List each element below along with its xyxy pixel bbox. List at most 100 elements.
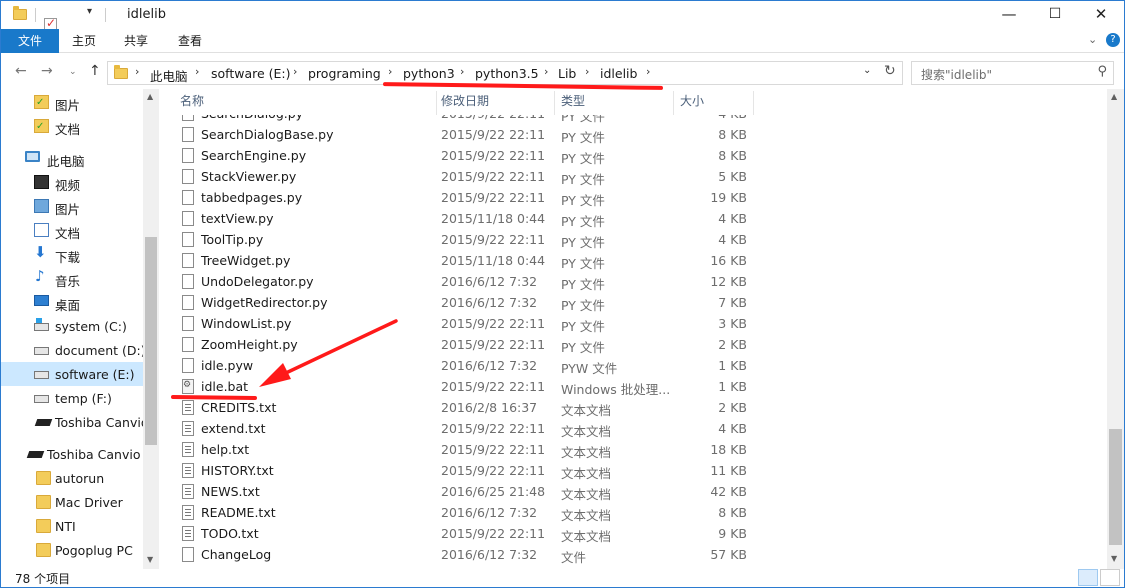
recent-locations-icon[interactable]: ⌄ xyxy=(69,67,77,77)
scroll-up-icon[interactable]: ▲ xyxy=(147,92,153,101)
nav-item-desktop[interactable]: 桌面 xyxy=(1,290,143,314)
refresh-icon[interactable]: ↻ xyxy=(884,63,896,79)
back-arrow-icon[interactable]: ← xyxy=(15,63,27,79)
table-row[interactable]: WidgetRedirector.py 2016/6/12 7:32 PY 文件 7 … xyxy=(161,292,761,313)
file-date: 2015/9/22 22:11 xyxy=(441,337,546,352)
table-row[interactable]: README.txt 2016/6/12 7:32 文本文档 8 KB xyxy=(161,502,761,523)
nav-scrollbar[interactable]: ▲ ▼ xyxy=(143,89,159,569)
table-row[interactable]: HISTORY.txt 2015/9/22 22:11 文本文档 11 KB xyxy=(161,460,761,481)
table-row[interactable]: idle.pyw 2016/6/12 7:32 PYW 文件 1 KB xyxy=(161,355,761,376)
file-size: 1 KB xyxy=(718,358,747,373)
column-header-size[interactable]: 大小 xyxy=(680,92,704,116)
nav-item-music[interactable]: ♪ 音乐 xyxy=(1,266,143,290)
nav-item-documents[interactable]: 文档 xyxy=(1,218,143,242)
nav-item-label: temp (F:) xyxy=(55,391,112,406)
table-row[interactable]: SearchDialog.py2015/9/22 22:11PY 文件4 KB xyxy=(161,115,761,124)
chevron-right-icon[interactable]: › xyxy=(195,65,199,78)
breadcrumb-idlelib[interactable]: idlelib xyxy=(600,66,637,81)
breadcrumb-lib[interactable]: Lib xyxy=(558,66,576,81)
chevron-right-icon[interactable]: › xyxy=(135,65,139,78)
column-divider[interactable] xyxy=(753,91,754,115)
scroll-up-icon[interactable]: ▲ xyxy=(1111,92,1117,101)
details-view-icon[interactable] xyxy=(1078,569,1098,586)
file-scroll-thumb[interactable] xyxy=(1109,429,1122,545)
column-header-date[interactable]: 修改日期 xyxy=(441,92,489,116)
quick-access-dropdown-icon[interactable]: ▾ xyxy=(87,6,92,17)
table-row[interactable]: extend.txt 2015/9/22 22:11 文本文档 4 KB xyxy=(161,418,761,439)
nav-item-this-pc[interactable]: 此电脑 xyxy=(1,146,143,170)
tab-view[interactable]: 查看 xyxy=(178,29,202,53)
nav-item-documents-quick[interactable]: 文档 xyxy=(1,114,143,138)
table-row[interactable]: UndoDelegator.py 2016/6/12 7:32 PY 文件 12 KB xyxy=(161,271,761,292)
column-divider[interactable] xyxy=(436,91,437,115)
table-row[interactable]: textView.py 2015/11/18 0:44 PY 文件 4 KB xyxy=(161,208,761,229)
nav-item-videos[interactable]: 视频 xyxy=(1,170,143,194)
nav-item-nti[interactable]: NTI xyxy=(1,514,143,538)
nav-item-software-e[interactable]: software (E:) xyxy=(1,362,143,386)
column-header-type[interactable]: 类型 xyxy=(561,92,585,116)
breadcrumb-this-pc[interactable]: 此电脑 xyxy=(150,66,188,85)
column-header-name[interactable]: 名称 xyxy=(180,92,204,116)
table-row[interactable]: NEWS.txt 2016/6/25 21:48 文本文档 42 KB xyxy=(161,481,761,502)
nav-item-toshiba-canvio-root[interactable]: Toshiba Canvio I xyxy=(1,442,143,466)
table-row[interactable]: idle.bat 2015/9/22 22:11 Windows 批处理... 1 K… xyxy=(161,376,761,397)
forward-arrow-icon[interactable]: → xyxy=(41,63,53,79)
table-row[interactable]: CREDITS.txt 2016/2/8 16:37 文本文档 2 KB xyxy=(161,397,761,418)
chevron-right-icon[interactable]: › xyxy=(544,65,548,78)
nav-item-temp-f[interactable]: temp (F:) xyxy=(1,386,143,410)
table-row[interactable]: SearchDialogBase.py 2015/9/22 22:11 PY 文件 8… xyxy=(161,124,761,145)
file-scrollbar[interactable]: ▲ ▼ xyxy=(1107,89,1124,569)
tab-home[interactable]: 主页 xyxy=(72,29,96,53)
table-row[interactable]: StackViewer.py 2015/9/22 22:11 PY 文件 5 KB xyxy=(161,166,761,187)
nav-item-toshiba-canvio[interactable]: Toshiba Canvio xyxy=(1,410,143,434)
chevron-right-icon[interactable]: › xyxy=(293,65,297,78)
file-type: PY 文件 xyxy=(561,256,605,271)
tab-share[interactable]: 共享 xyxy=(124,29,148,53)
table-row[interactable]: SearchEngine.py 2015/9/22 22:11 PY 文件 8 KB xyxy=(161,145,761,166)
breadcrumb-software[interactable]: software (E:) xyxy=(211,66,291,81)
table-row[interactable]: ZoomHeight.py 2015/9/22 22:11 PY 文件 2 KB xyxy=(161,334,761,355)
chevron-right-icon[interactable]: › xyxy=(460,65,464,78)
up-arrow-icon[interactable]: ↑ xyxy=(89,63,101,79)
nav-item-mac-driver[interactable]: Mac Driver xyxy=(1,490,143,514)
tab-file[interactable]: 文件 xyxy=(1,29,59,53)
search-input[interactable]: 搜索"idlelib" ⚲ xyxy=(911,61,1114,85)
chevron-right-icon[interactable]: › xyxy=(388,65,392,78)
close-button[interactable]: ✕ xyxy=(1078,1,1124,29)
minimize-button[interactable]: — xyxy=(986,1,1032,29)
column-divider[interactable] xyxy=(673,91,674,115)
breadcrumb-python3[interactable]: python3 xyxy=(403,66,455,81)
file-name: SearchDialogBase.py xyxy=(201,127,334,142)
search-icon[interactable]: ⚲ xyxy=(1097,64,1107,79)
table-row[interactable]: help.txt 2015/9/22 22:11 文本文档 18 KB xyxy=(161,439,761,460)
help-icon[interactable]: ? xyxy=(1106,33,1120,47)
nav-item-system-c[interactable]: system (C:) xyxy=(1,314,143,338)
table-row[interactable]: TreeWidget.py 2015/11/18 0:44 PY 文件 16 KB xyxy=(161,250,761,271)
nav-item-pictures[interactable]: 图片 xyxy=(1,194,143,218)
nav-scroll-thumb[interactable] xyxy=(145,237,157,445)
scroll-down-icon[interactable]: ▼ xyxy=(147,555,153,564)
chevron-right-icon[interactable]: › xyxy=(646,65,650,78)
file-type: 文本文档 xyxy=(561,424,612,439)
nav-item-pogoplug-pc[interactable]: Pogoplug PC xyxy=(1,538,143,562)
table-row[interactable]: WindowList.py 2015/9/22 22:11 PY 文件 3 KB xyxy=(161,313,761,334)
chevron-right-icon[interactable]: › xyxy=(585,65,589,78)
nav-item-autorun[interactable]: autorun xyxy=(1,466,143,490)
breadcrumb-programing[interactable]: programing xyxy=(308,66,381,81)
address-bar[interactable]: › 此电脑 › software (E:) › programing › pyt… xyxy=(107,61,903,85)
scroll-down-icon[interactable]: ▼ xyxy=(1111,554,1117,563)
breadcrumb-python35[interactable]: python3.5 xyxy=(475,66,539,81)
chevron-down-icon[interactable]: ⌄ xyxy=(1088,33,1097,46)
table-row[interactable]: tabbedpages.py 2015/9/22 22:11 PY 文件 19 KB xyxy=(161,187,761,208)
table-row[interactable]: ChangeLog 2016/6/12 7:32 文件 57 KB xyxy=(161,544,761,565)
table-row[interactable]: ToolTip.py 2015/9/22 22:11 PY 文件 4 KB xyxy=(161,229,761,250)
nav-item-downloads[interactable]: ⬇ 下载 xyxy=(1,242,143,266)
nav-item-pictures-quick[interactable]: 图片 xyxy=(1,90,143,114)
address-dropdown-icon[interactable]: ⌄ xyxy=(863,65,871,76)
folder-check-icon xyxy=(34,119,49,133)
table-row[interactable]: TODO.txt 2015/9/22 22:11 文本文档 9 KB xyxy=(161,523,761,544)
maximize-button[interactable]: ☐ xyxy=(1032,1,1078,29)
large-icons-view-icon[interactable] xyxy=(1100,569,1120,586)
nav-item-document-d[interactable]: document (D:) xyxy=(1,338,143,362)
column-divider[interactable] xyxy=(554,91,555,115)
